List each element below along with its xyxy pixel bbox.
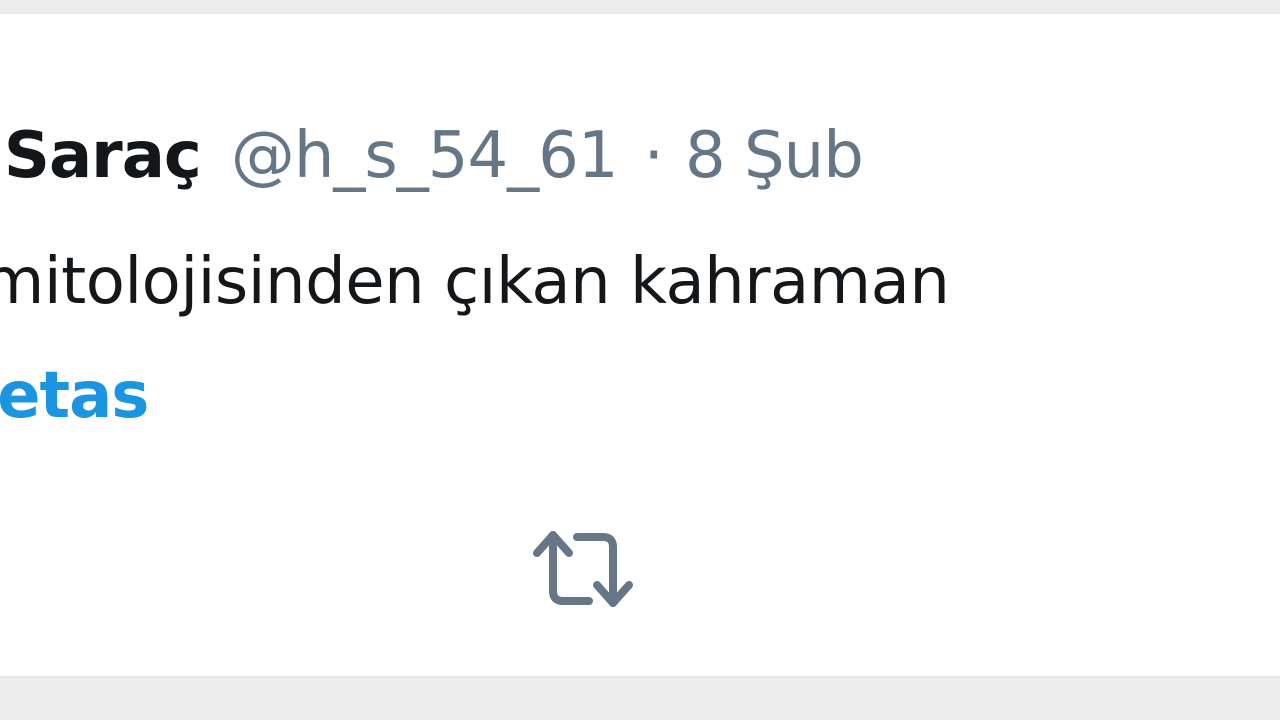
- tweet-header: n Saraç @h_s_54_61 · 8 Şub: [0, 106, 864, 206]
- retweet-button[interactable]: [518, 519, 648, 619]
- author-handle[interactable]: @h_s_54_61: [231, 119, 619, 193]
- tweet-hashtag[interactable]: setas: [0, 346, 149, 446]
- tweet-text-fragment: mitolojisinden çıkan kahraman: [0, 245, 950, 319]
- tweet-date[interactable]: 8 Şub: [685, 119, 864, 193]
- tweet-text: mitolojisinden çıkan kahraman: [0, 232, 950, 332]
- screenshot-frame: n Saraç @h_s_54_61 · 8 Şub mitolojisinden ç…: [0, 0, 1280, 720]
- tweet-card[interactable]: n Saraç @h_s_54_61 · 8 Şub mitolojisinden ç…: [0, 12, 1280, 678]
- header-separator: ·: [643, 119, 664, 193]
- retweet-icon: [533, 531, 633, 607]
- author-display-name[interactable]: n Saraç: [0, 119, 202, 193]
